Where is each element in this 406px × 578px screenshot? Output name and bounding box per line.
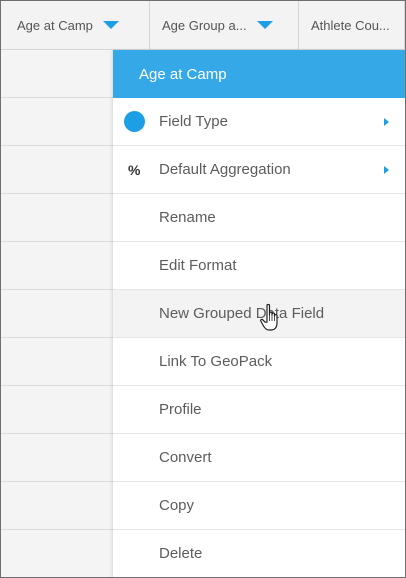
menu-item-label: New Grouped Data Field: [159, 305, 325, 322]
table-row: [1, 386, 113, 434]
menu-item-copy[interactable]: Copy: [113, 482, 405, 530]
table-row: [1, 50, 113, 98]
column-header-bar: Age at Camp Age Group a... Athlete Cou..…: [1, 1, 405, 50]
menu-item-label: Default Aggregation: [159, 161, 291, 178]
menu-item-label: Link To GeoPack: [159, 353, 273, 370]
table-row: [1, 290, 113, 338]
menu-item-label: Field Type: [159, 113, 228, 130]
table-row: [1, 98, 113, 146]
column-header-age-group[interactable]: Age Group a...: [150, 1, 299, 49]
menu-item-rename[interactable]: Rename: [113, 194, 405, 242]
table-row: [1, 146, 113, 194]
menu-title: Age at Camp: [113, 50, 405, 98]
menu-item-label: Delete: [159, 545, 203, 562]
menu-item-label: Edit Format: [159, 257, 237, 274]
percent-icon: %: [128, 161, 141, 178]
hand-pointer-cursor-icon: [260, 303, 278, 331]
dropdown-arrow-icon[interactable]: [256, 21, 273, 29]
menu-item-field-type[interactable]: Field Type: [113, 98, 405, 146]
menu-item-label: Convert: [159, 449, 212, 466]
column-header-label: Age Group a...: [162, 17, 247, 33]
menu-item-default-aggregation[interactable]: % Default Aggregation: [113, 146, 405, 194]
column-header-label: Athlete Cou...: [311, 17, 390, 33]
table-row: [1, 242, 113, 290]
chevron-right-icon: [384, 117, 389, 126]
chevron-right-icon: [384, 165, 389, 174]
table-row: [1, 530, 113, 577]
dropdown-arrow-icon[interactable]: [102, 21, 119, 29]
menu-item-label: Rename: [159, 209, 216, 226]
dot-icon: [124, 111, 145, 132]
app-frame: Age at Camp Age Group a... Athlete Cou..…: [0, 0, 406, 578]
table-row: [1, 434, 113, 482]
data-column: [1, 50, 113, 577]
menu-item-label: Copy: [159, 497, 195, 514]
table-row: [1, 482, 113, 530]
column-header-age-at-camp[interactable]: Age at Camp: [1, 1, 150, 49]
table-row: [1, 338, 113, 386]
column-header-label: Age at Camp: [17, 17, 93, 33]
menu-item-delete[interactable]: Delete: [113, 530, 405, 577]
menu-item-convert[interactable]: Convert: [113, 434, 405, 482]
menu-item-profile[interactable]: Profile: [113, 386, 405, 434]
column-header-athlete-count[interactable]: Athlete Cou...: [299, 1, 405, 49]
menu-item-label: Profile: [159, 401, 202, 418]
menu-item-link-to-geopack[interactable]: Link To GeoPack: [113, 338, 405, 386]
menu-item-edit-format[interactable]: Edit Format: [113, 242, 405, 290]
table-row: [1, 194, 113, 242]
